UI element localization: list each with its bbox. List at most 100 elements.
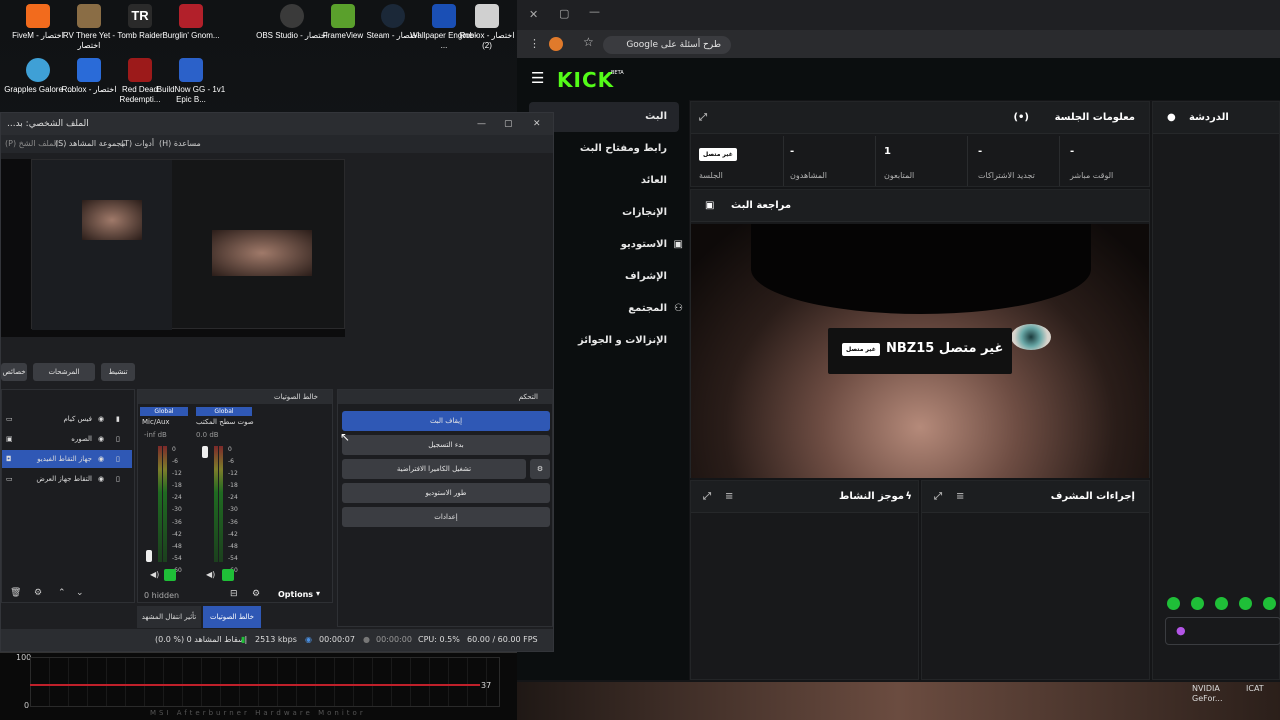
minimize-icon[interactable]: —: [477, 113, 486, 135]
eye-icon[interactable]: ◉: [98, 430, 104, 448]
hamburger-menu-icon[interactable]: ☰: [531, 69, 544, 87]
speaker-icon[interactable]: ◀): [206, 570, 215, 579]
red-dead-icon: [128, 58, 152, 82]
menu-scene-collection[interactable]: (S) مجموعة المشاهد: [55, 135, 126, 153]
filter-icon[interactable]: ≡: [956, 481, 964, 513]
tray-nvidia[interactable]: NVIDIA GeFor...: [1192, 684, 1232, 704]
maximize-icon[interactable]: ▢: [559, 7, 569, 20]
emote-icon[interactable]: [1263, 597, 1276, 610]
gear-icon[interactable]: ⚙: [34, 588, 42, 598]
audio-mixer-dock: خالط الصوتيات Global Global Mic/Aux صوت …: [137, 389, 333, 603]
filters-button[interactable]: المرشحات: [33, 363, 95, 381]
mod-actions-panel: إجراءات المشرف ⤢ ≡: [921, 480, 1150, 680]
browser-toolbar: ⋮ ☆ طرح أسئلة على Google: [517, 30, 1280, 58]
mic-volume-slider[interactable]: [146, 550, 152, 562]
lightning-icon: ϟ: [905, 491, 912, 502]
source-row[interactable]: فيس كيام ▭ ◉ ▮: [2, 410, 132, 428]
eye-icon[interactable]: ◉: [98, 410, 104, 428]
close-icon[interactable]: ✕: [529, 8, 538, 21]
stop-stream-button[interactable]: إيقاف البث: [342, 411, 550, 431]
menu-tools[interactable]: (T) أدوات: [121, 135, 154, 153]
trash-icon[interactable]: 🗑: [10, 588, 21, 598]
lock-icon[interactable]: ▮: [116, 410, 120, 428]
stream-status-icon: ◉: [305, 635, 312, 644]
close-icon[interactable]: ✕: [533, 113, 541, 135]
bitrate: 2513 kbps: [255, 635, 297, 644]
lock-icon[interactable]: ▯: [116, 470, 120, 488]
desktop-icon-burglin[interactable]: Burglin' Gnom...: [154, 4, 228, 41]
options-dropdown[interactable]: Options: [278, 590, 313, 599]
mic-scale: 0 -6 -12 -18 -24 -30 -36 -42 -48 -54 -60: [172, 446, 182, 574]
filter-icon[interactable]: ≡: [725, 481, 733, 513]
studio-mode-button[interactable]: طور الاستوديو: [342, 483, 550, 503]
mixer-settings-icon[interactable]: ⚙: [252, 589, 260, 599]
source-row[interactable]: الصوره ▣ ◉ ▯: [2, 430, 132, 448]
star-icon[interactable]: ☆: [583, 35, 594, 49]
tray-icat[interactable]: ICAT: [1246, 684, 1264, 693]
desktop-scale: 0-6-12-18-24-30-36-42-48-54-60: [228, 446, 238, 574]
kick-logo[interactable]: KICK: [557, 68, 614, 92]
emote-icon[interactable]: [1239, 597, 1252, 610]
settings-button[interactable]: إعدادات: [342, 507, 550, 527]
menu-help[interactable]: (H) مساعدة: [159, 135, 201, 153]
headphones-icon[interactable]: [222, 569, 234, 581]
microphone-icon[interactable]: ●: [1176, 624, 1186, 637]
wallpaper-engine-icon: [432, 4, 456, 28]
buildnow-gg-icon: [179, 58, 203, 82]
move-down-icon[interactable]: ⌄: [76, 588, 84, 598]
obs-preview[interactable]: [1, 159, 345, 337]
start-recording-button[interactable]: بدء التسجيل: [342, 435, 550, 455]
lock-icon[interactable]: ▯: [116, 450, 120, 468]
eye-icon[interactable]: ◉: [98, 450, 104, 468]
chevron-down-icon[interactable]: ▾: [316, 589, 320, 598]
emote-icon[interactable]: [1191, 597, 1204, 610]
expand-icon[interactable]: ⤢: [934, 481, 942, 513]
expand-icon[interactable]: ⤢: [703, 481, 711, 513]
controls-dock: التحكم إيقاف البث بدء التسجيل تشغيل الكا…: [337, 389, 553, 627]
source-row-selected[interactable]: جهاز التقاط الفيديو ◘ ◉ ▯: [2, 450, 132, 468]
minimize-icon[interactable]: —: [589, 5, 600, 18]
chat-bubble-icon: ●: [1167, 112, 1176, 123]
emote-icon[interactable]: [1167, 597, 1180, 610]
tomb-raider-icon: TR: [128, 4, 152, 28]
mic-meter: [158, 446, 162, 562]
google-search-pill[interactable]: طرح أسئلة على Google: [603, 36, 731, 54]
speaker-icon[interactable]: ◀): [150, 570, 159, 579]
activity-feed-header: موجز النشاط ⤢ ≡ ϟ: [691, 481, 918, 513]
virtual-camera-settings-button[interactable]: ⚙: [530, 459, 550, 479]
expand-icon[interactable]: ⤢: [699, 102, 707, 134]
headphones-icon[interactable]: [164, 569, 176, 581]
chat-input[interactable]: ●: [1165, 617, 1280, 645]
desktop-level: 0.0 dB: [196, 431, 219, 439]
afterburner-monitor: 100 0 37 MSI Afterburner Hardware Monito…: [0, 652, 517, 720]
activity-feed-panel: موجز النشاط ⤢ ≡ ϟ: [690, 480, 919, 680]
community-icon: ⚇: [674, 303, 683, 314]
source-row[interactable]: التقاط جهاز العرض ▭ ◉ ▯: [2, 470, 132, 488]
menu-dots-icon[interactable]: ⋮: [529, 37, 540, 50]
burglin-gnomes-icon: [179, 4, 203, 28]
activate-button[interactable]: تنشيط: [101, 363, 135, 381]
extension-icon[interactable]: [549, 37, 563, 51]
desktop-volume-slider[interactable]: [202, 446, 208, 458]
maximize-icon[interactable]: ▢: [504, 113, 513, 135]
mic-channel-name[interactable]: Mic/Aux: [142, 418, 170, 426]
move-up-icon[interactable]: ⌃: [58, 588, 66, 598]
eye-icon[interactable]: ◉: [98, 470, 104, 488]
tab-audio-mixer[interactable]: خالط الصوتيات: [203, 606, 261, 628]
preview-nested-screen: [31, 159, 345, 330]
mixer-layout-icon[interactable]: ⊟: [230, 589, 238, 599]
emote-icon[interactable]: [1215, 597, 1228, 610]
tab-scene-transition[interactable]: تأثير انتقال المشهد: [137, 606, 201, 628]
desktop-icon-buildnow[interactable]: BuildNow GG - 1v1 Epic B...: [154, 58, 228, 105]
desktop-icon-roblox-2[interactable]: Roblox - اختصار (2): [457, 4, 517, 51]
image-icon: ▣: [6, 435, 13, 443]
virtual-camera-button[interactable]: تشغيل الكاميرا الافتراضية: [342, 459, 526, 479]
properties-button[interactable]: خصائص: [1, 363, 27, 381]
session-info-header: معلومات الجلسة ⤢ (•): [691, 102, 1149, 134]
fivem-icon: [26, 4, 50, 28]
preview-nested-kick-face: [212, 230, 312, 276]
rv-there-yet-icon: [77, 4, 101, 28]
desktop-channel-name[interactable]: صوت سطح المكتب: [196, 418, 254, 426]
lock-icon[interactable]: ▯: [116, 430, 120, 448]
hair-shape: [751, 224, 1091, 314]
